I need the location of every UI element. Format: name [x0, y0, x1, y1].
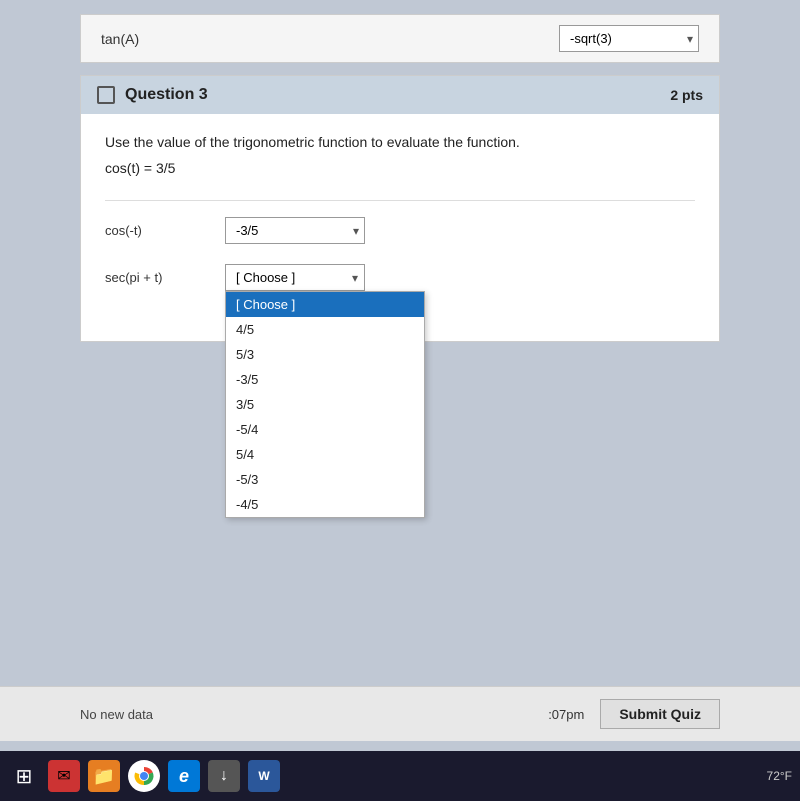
folder-icon[interactable]: 📁	[88, 760, 120, 792]
answer-row-sec-pi-t: sec(pi + t) [ Choose ] [ Choose ] 4/5 5/…	[105, 264, 695, 291]
question-header: Question 3 2 pts	[81, 76, 719, 114]
question-title: Question 3	[125, 86, 208, 104]
temperature-display: 72°F	[767, 769, 792, 783]
dropdown-menu[interactable]: [ Choose ] 4/5 5/3 -3/5 3/5 -5/4 5/4 -5/…	[225, 291, 425, 518]
cos-neg-t-label: cos(-t)	[105, 223, 225, 238]
time-display: :07pm	[548, 707, 584, 722]
bottom-bar: No new data :07pm Submit Quiz	[0, 686, 800, 741]
sec-pi-t-dropdown-container[interactable]: [ Choose ] [ Choose ] 4/5 5/3 -3/5 3/5 -…	[225, 264, 365, 291]
taskbar-right: 72°F	[767, 769, 792, 783]
tan-select-wrapper[interactable]: -sqrt(3)	[559, 25, 699, 52]
dropdown-item-neg-5-4[interactable]: -5/4	[226, 417, 424, 442]
cos-neg-t-select[interactable]: -3/5	[225, 217, 365, 244]
dropdown-item-neg-4-5[interactable]: -4/5	[226, 492, 424, 517]
dropdown-item-choose[interactable]: [ Choose ]	[226, 292, 424, 317]
dropdown-item-4-5[interactable]: 4/5	[226, 317, 424, 342]
question-points: 2 pts	[670, 87, 703, 103]
answer-row-cos-neg-t: cos(-t) -3/5	[105, 217, 695, 244]
sec-pi-t-label: sec(pi + t)	[105, 270, 225, 285]
tan-label: tan(A)	[101, 31, 139, 47]
previous-question-row: tan(A) -sqrt(3)	[80, 14, 720, 63]
dropdown-item-neg-3-5[interactable]: -3/5	[226, 367, 424, 392]
question-body: Use the value of the trigonometric funct…	[81, 114, 719, 341]
sec-pi-t-dropdown-trigger[interactable]: [ Choose ]	[225, 264, 365, 291]
windows-icon[interactable]: ⊞	[8, 760, 40, 792]
cos-neg-t-select-wrapper[interactable]: -3/5	[225, 217, 365, 244]
dropdown-item-5-3[interactable]: 5/3	[226, 342, 424, 367]
dropdown-trigger-text: [ Choose ]	[236, 270, 295, 285]
dropdown-item-neg-5-3[interactable]: -5/3	[226, 467, 424, 492]
dropdown-item-3-5[interactable]: 3/5	[226, 392, 424, 417]
bottom-bar-right: :07pm Submit Quiz	[548, 699, 720, 729]
dropdown-item-5-4[interactable]: 5/4	[226, 442, 424, 467]
divider	[105, 200, 695, 201]
edge-icon[interactable]: e	[168, 760, 200, 792]
question-instruction: Use the value of the trigonometric funct…	[105, 134, 695, 150]
word-icon[interactable]: W	[248, 760, 280, 792]
submit-quiz-button[interactable]: Submit Quiz	[600, 699, 720, 729]
question-header-left: Question 3	[97, 86, 208, 104]
taskbar: ⊞ ✉ 📁 e ↓ W 72°F	[0, 751, 800, 801]
screen: tan(A) -sqrt(3) Question 3 2 pts Use the…	[0, 0, 800, 801]
tan-select[interactable]: -sqrt(3)	[559, 25, 699, 52]
question-card: Question 3 2 pts Use the value of the tr…	[80, 75, 720, 342]
question-icon	[97, 86, 115, 104]
mail-icon[interactable]: ✉	[48, 760, 80, 792]
down-arrow-icon[interactable]: ↓	[208, 760, 240, 792]
question-given: cos(t) = 3/5	[105, 160, 695, 176]
no-data-text: No new data	[80, 707, 153, 722]
chrome-icon[interactable]	[128, 760, 160, 792]
